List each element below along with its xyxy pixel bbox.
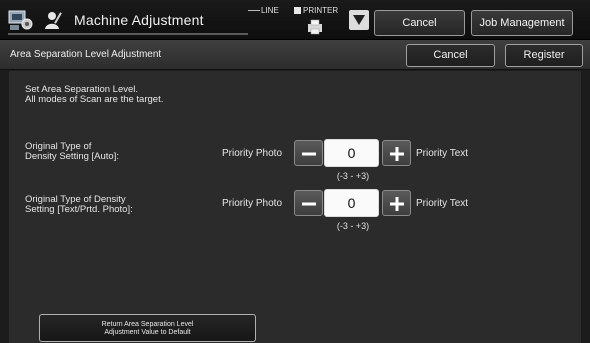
register-button[interactable]: Register	[505, 44, 583, 67]
sub-header-bar: Area Separation Level Adjustment Cancel …	[0, 40, 590, 70]
printer-icon	[308, 19, 322, 35]
text-photo-density-decrease-button[interactable]	[294, 190, 323, 216]
instruction-line-2: All modes of Scan are the target.	[25, 94, 164, 105]
printer-status-indicator: PRINTER	[294, 6, 338, 15]
setting-label-line-2: Density Setting [Auto]:	[25, 151, 119, 162]
text-photo-density-increase-button[interactable]	[382, 190, 411, 216]
title-divider	[8, 33, 248, 35]
auto-density-value: 0	[324, 139, 379, 167]
text-photo-density-setting-label: Original Type of Density Setting [Text/P…	[25, 195, 133, 215]
priority-text-label: Priority Text	[416, 198, 469, 209]
instructions: Set Area Separation Level. All modes of …	[25, 85, 163, 105]
printer-status-box	[294, 7, 301, 14]
machine-adjustment-screen: Machine Adjustment LINE PRINTER Cancel J…	[0, 0, 590, 343]
text-photo-density-range: (-3 - +3)	[336, 221, 370, 231]
settings-panel: Set Area Separation Level. All modes of …	[9, 71, 581, 343]
cancel-button[interactable]: Cancel	[406, 44, 495, 67]
minus-icon	[302, 152, 316, 156]
priority-photo-label: Priority Photo	[222, 198, 283, 209]
auto-density-decrease-button[interactable]	[294, 140, 323, 166]
operator-icon	[45, 12, 62, 29]
line-status-label: LINE	[261, 6, 279, 15]
triangle-down-icon	[353, 15, 365, 25]
plus-icon	[390, 197, 404, 211]
page-title: Area Separation Level Adjustment	[10, 49, 162, 60]
top-header-bar: Machine Adjustment LINE PRINTER Cancel J…	[0, 0, 590, 40]
dropdown-button[interactable]	[349, 10, 369, 30]
machine-adjustment-icon	[8, 10, 33, 30]
auto-density-setting-label: Original Type of Density Setting [Auto]:	[25, 142, 119, 162]
header-cancel-button[interactable]: Cancel	[374, 10, 465, 36]
auto-density-range: (-3 - +3)	[336, 171, 370, 181]
setting-label-line-2: Setting [Text/Prtd. Photo]:	[25, 204, 133, 215]
priority-text-label: Priority Text	[416, 148, 469, 159]
return-to-default-line-2: Adjustment Value to Default	[104, 329, 191, 336]
priority-photo-label: Priority Photo	[222, 148, 283, 159]
return-to-default-button[interactable]: Return Area Separation Level Adjustment …	[39, 314, 256, 342]
text-photo-density-value: 0	[324, 189, 379, 217]
plus-icon	[390, 147, 404, 161]
return-to-default-line-1: Return Area Separation Level	[101, 321, 194, 328]
printer-status-label: PRINTER	[303, 6, 339, 15]
job-management-button[interactable]: Job Management	[471, 10, 573, 36]
app-title: Machine Adjustment	[74, 12, 204, 28]
line-status-indicator: LINE	[248, 6, 279, 15]
line-status-bar	[248, 10, 260, 12]
minus-icon	[302, 202, 316, 206]
auto-density-increase-button[interactable]	[382, 140, 411, 166]
